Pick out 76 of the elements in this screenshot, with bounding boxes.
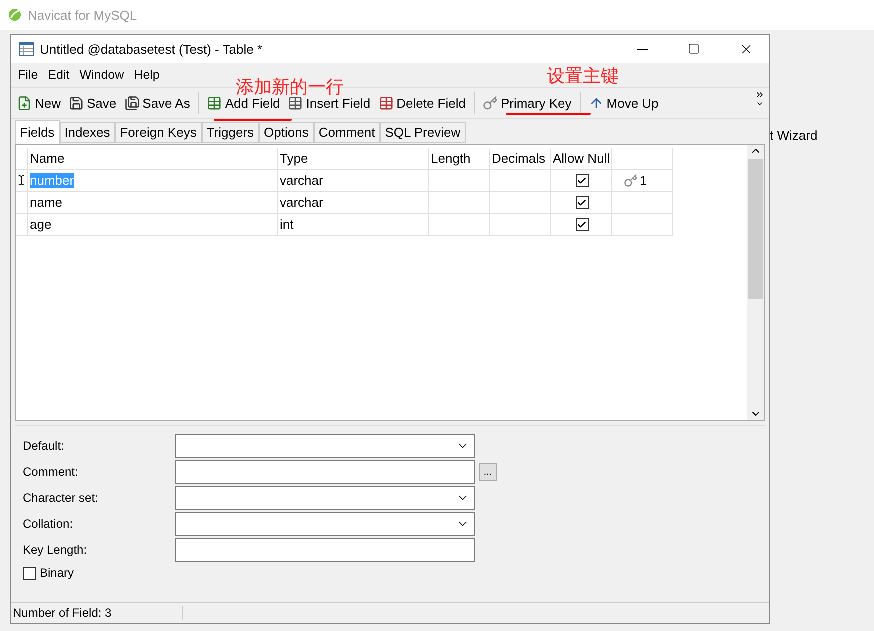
overflow-chevron-icon[interactable] — [755, 90, 765, 108]
checkbox-label: Binary — [40, 566, 74, 580]
column-header: Allow Null — [551, 148, 612, 170]
dropdown-field[interactable] — [175, 486, 475, 510]
field-label: Default: — [23, 439, 66, 453]
text-cursor-icon — [16, 175, 27, 186]
table-cell[interactable] — [490, 214, 551, 236]
checkbox[interactable] — [23, 566, 36, 580]
app-title: Navicat for MySQL — [28, 8, 138, 22]
table-cell[interactable] — [429, 214, 490, 236]
checkbox[interactable] — [576, 174, 588, 187]
table-cell[interactable]: varchar — [280, 195, 324, 210]
column-header: Type — [278, 148, 429, 170]
toolbar-button[interactable]: Delete Field — [374, 94, 470, 112]
checkbox[interactable] — [576, 218, 588, 231]
table-cell[interactable]: 1 — [612, 170, 673, 192]
table-icon — [288, 96, 304, 110]
table-cell[interactable] — [490, 170, 551, 192]
floppy-icon — [69, 96, 84, 110]
background-toolbar-text: t Wizard — [770, 128, 818, 143]
table-cell[interactable] — [490, 192, 551, 214]
menu-item[interactable]: File — [13, 68, 44, 82]
annotation-text: 设置主键 — [547, 65, 619, 88]
table-cell[interactable]: name — [30, 195, 63, 210]
field-label: Collation: — [23, 517, 74, 531]
table-icon — [207, 96, 222, 110]
dropdown-field[interactable] — [175, 512, 475, 536]
leaf-logo-icon — [8, 8, 22, 22]
table-icon — [378, 96, 394, 110]
key-order: 1 — [640, 174, 647, 188]
minimize-icon — [636, 48, 648, 50]
maximize-icon — [688, 43, 700, 55]
column-header: Length — [429, 148, 490, 170]
toolbar-button[interactable]: New — [13, 94, 66, 112]
table-cell[interactable]: age — [30, 217, 52, 232]
table-cell[interactable] — [612, 214, 673, 236]
column-header — [612, 148, 673, 170]
tab[interactable]: Comment — [314, 122, 380, 143]
table-cell[interactable] — [612, 192, 673, 214]
menu-item[interactable]: Edit — [43, 68, 75, 82]
browse-button[interactable]: ... — [479, 463, 497, 481]
column-header: Decimals — [490, 148, 551, 170]
input-field[interactable] — [175, 460, 475, 484]
tab[interactable]: Options — [259, 122, 314, 143]
checkbox[interactable] — [576, 196, 588, 209]
menu-item[interactable]: Window — [74, 68, 130, 82]
tab[interactable]: Fields — [15, 120, 60, 144]
tab[interactable]: Indexes — [60, 122, 116, 143]
input-field[interactable] — [175, 538, 475, 562]
toolbar-button[interactable]: Save — [65, 94, 121, 112]
toolbar-button[interactable]: Move Up — [584, 94, 663, 112]
toolbar-button[interactable]: Primary Key — [478, 94, 576, 112]
table-cell[interactable]: varchar — [280, 173, 324, 188]
scrollbar[interactable] — [747, 145, 764, 420]
field-label: Key Length: — [23, 543, 88, 557]
file-plus-icon — [17, 96, 32, 110]
annotation-text: 添加新的一行 — [236, 76, 344, 98]
field-label: Character set: — [23, 491, 100, 505]
floppy-icon — [124, 96, 140, 110]
dropdown-field[interactable] — [175, 434, 475, 458]
table-cell[interactable]: int — [280, 217, 294, 232]
field-label: Comment: — [23, 465, 80, 479]
tab[interactable]: SQL Preview — [380, 122, 466, 143]
key-icon — [624, 174, 638, 188]
toolbar-button[interactable]: Save As — [120, 94, 194, 112]
menu-item[interactable]: Help — [129, 68, 165, 82]
scrollbar-thumb[interactable] — [748, 159, 763, 299]
field-count: Number of Field: 3 — [13, 606, 183, 620]
window-title: Untitled @databasetest (Test) - Table * — [40, 42, 264, 56]
tab[interactable]: Foreign Keys — [115, 122, 202, 143]
table-cell[interactable] — [429, 170, 490, 192]
table-window-icon — [19, 42, 34, 56]
tab[interactable]: Triggers — [202, 122, 260, 143]
key-icon — [482, 96, 498, 110]
column-header: Name — [28, 148, 278, 170]
table-cell[interactable] — [429, 192, 490, 214]
